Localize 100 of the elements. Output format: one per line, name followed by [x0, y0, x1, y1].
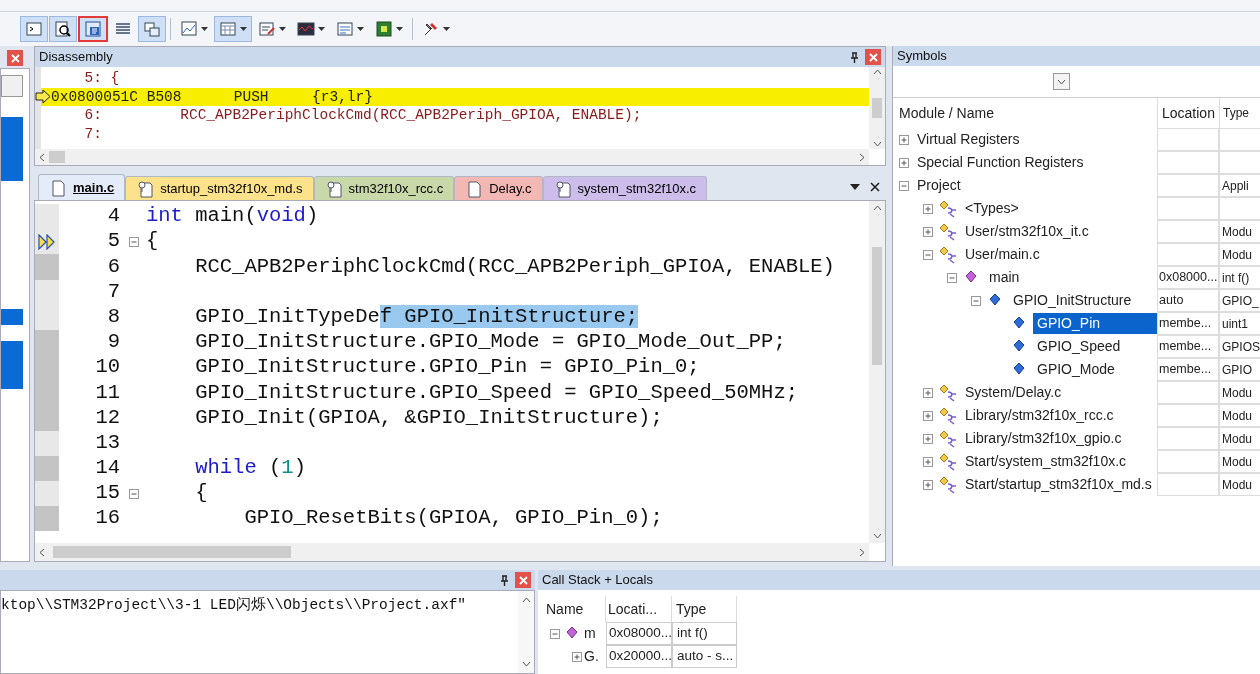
scrollbar[interactable]: [35, 543, 869, 561]
line-number: 16: [94, 505, 121, 532]
file-icon: [465, 179, 484, 198]
table-cell: membe...: [1157, 312, 1219, 335]
collapse-icon[interactable]: [971, 295, 981, 306]
table-cell: int f(): [672, 622, 737, 645]
tools-icon: [422, 20, 440, 38]
scroll-up-icon[interactable]: [521, 597, 531, 603]
disassembly-line: 6: RCC_APB2PeriphClockCmd(RCC_APB2Periph_GPIOA, ENABLE);: [83, 106, 643, 125]
table-cell: [1157, 243, 1219, 266]
expand-icon[interactable]: [899, 157, 909, 168]
tree-item[interactable]: Library/stm32f10x_rcc.c: [961, 405, 1118, 426]
tree-item[interactable]: Start/system_stm32f10x.c: [961, 451, 1131, 472]
close-button[interactable]: [865, 49, 881, 65]
table-cell: [1157, 220, 1219, 243]
tree-item[interactable]: System/Delay.c: [961, 382, 1066, 403]
expand-icon[interactable]: [923, 456, 933, 467]
panel-title: Call Stack + Locals: [542, 571, 653, 590]
scroll-right-icon[interactable]: [859, 152, 865, 162]
collapse-icon[interactable]: [550, 628, 560, 639]
line-number: 11: [94, 379, 121, 406]
list-window-icon: [336, 20, 354, 38]
scrollbar[interactable]: [869, 201, 885, 543]
line-number: 8: [106, 303, 121, 330]
scroll-left-icon[interactable]: [39, 152, 45, 162]
file-tab[interactable]: stm32f10x_rcc.c: [313, 176, 455, 200]
expand-icon[interactable]: [572, 651, 582, 662]
column-header[interactable]: Location: [1157, 98, 1219, 128]
expand-icon[interactable]: [923, 203, 933, 214]
scroll-down-icon[interactable]: [872, 141, 882, 147]
file-tab[interactable]: Delay.c: [454, 176, 543, 200]
scroll-thumb[interactable]: [49, 151, 65, 163]
code-line: GPIO_InitStructure.GPIO_Mode = GPIO_Mode_Out_PP;: [194, 329, 786, 356]
tree-item[interactable]: GPIO_Pin: [1033, 313, 1157, 334]
dropdown-button[interactable]: [1053, 73, 1070, 90]
copy-windows-icon: [143, 20, 161, 38]
tree-item[interactable]: Start/startup_stm32f10x_md.s: [961, 474, 1156, 495]
close-button[interactable]: [7, 50, 23, 66]
expand-icon[interactable]: [923, 410, 933, 421]
collapse-icon[interactable]: [129, 488, 139, 499]
tree-item[interactable]: main: [985, 267, 1024, 288]
chart-icon: [180, 20, 198, 38]
scroll-down-icon[interactable]: [872, 533, 882, 539]
collapse-icon[interactable]: [947, 272, 957, 283]
file-tab[interactable]: startup_stm32f10x_md.s: [125, 176, 314, 200]
arrow-icon: [35, 89, 51, 105]
tree-item[interactable]: <Types>: [961, 198, 1023, 219]
table-cell: [1157, 427, 1219, 450]
tree-item[interactable]: Library/stm32f10x_gpio.c: [961, 428, 1126, 449]
scroll-up-icon[interactable]: [872, 205, 882, 211]
table-cell: Modu: [1219, 427, 1260, 450]
expand-icon[interactable]: [923, 226, 933, 237]
scroll-up-icon[interactable]: [872, 69, 882, 75]
expand-icon[interactable]: [923, 433, 933, 444]
column-header[interactable]: Type: [672, 596, 737, 622]
tree-item[interactable]: GPIO_InitStructure: [1009, 290, 1136, 311]
tree-item[interactable]: User/stm32f10x_it.c: [961, 221, 1093, 242]
collapse-icon[interactable]: [899, 180, 909, 191]
scroll-thumb[interactable]: [53, 546, 291, 558]
locked-file-icon: [553, 179, 572, 198]
expand-icon[interactable]: [923, 387, 933, 398]
tree-item[interactable]: Special Function Registers: [913, 152, 1088, 173]
code-line: {: [146, 228, 159, 255]
collapse-icon[interactable]: [129, 236, 139, 247]
scroll-thumb[interactable]: [872, 98, 882, 118]
tree-item[interactable]: GPIO_Speed: [1033, 336, 1125, 357]
table-cell: GPIO_: [1219, 289, 1260, 312]
code-line: {: [194, 480, 208, 507]
disassembly-line: 7:: [83, 124, 103, 143]
pin-icon: [499, 574, 509, 586]
scrollbar[interactable]: [35, 149, 869, 165]
caret-icon: [850, 184, 860, 190]
caret-icon: [443, 27, 450, 31]
module-icon: [939, 406, 957, 425]
panel-title: Disassembly: [39, 48, 114, 67]
scroll-right-icon[interactable]: [859, 547, 865, 557]
tree-item[interactable]: User/main.c: [961, 244, 1044, 265]
expand-icon[interactable]: [899, 134, 909, 145]
column-header[interactable]: Module / Name: [893, 102, 1157, 124]
expand-icon[interactable]: [923, 479, 933, 490]
column-header[interactable]: Type: [1219, 98, 1260, 128]
column-header[interactable]: Name: [542, 596, 606, 622]
scrollbar[interactable]: [518, 591, 534, 673]
tree-item[interactable]: GPIO_Mode: [1033, 359, 1119, 380]
file-tab[interactable]: system_stm32f10x.c: [542, 176, 708, 200]
tree-item[interactable]: Virtual Registers: [913, 129, 1024, 150]
toolbar-button[interactable]: [49, 16, 77, 42]
scrollbar[interactable]: [869, 67, 885, 149]
module-icon: [939, 452, 957, 471]
close-button[interactable]: [515, 572, 531, 588]
collapse-icon[interactable]: [923, 249, 933, 260]
column-header[interactable]: Locati...: [606, 596, 672, 622]
scroll-left-icon[interactable]: [39, 547, 45, 557]
code-line: GPIO_InitTypeDef GPIO_InitStructure;: [194, 303, 639, 330]
file-tab[interactable]: main.c: [38, 174, 126, 200]
tree-item[interactable]: Project: [913, 175, 965, 196]
table-cell: int f(): [1219, 266, 1260, 289]
scroll-thumb[interactable]: [872, 247, 882, 365]
table-cell: auto - s...: [672, 645, 737, 668]
scroll-down-icon[interactable]: [521, 661, 531, 667]
